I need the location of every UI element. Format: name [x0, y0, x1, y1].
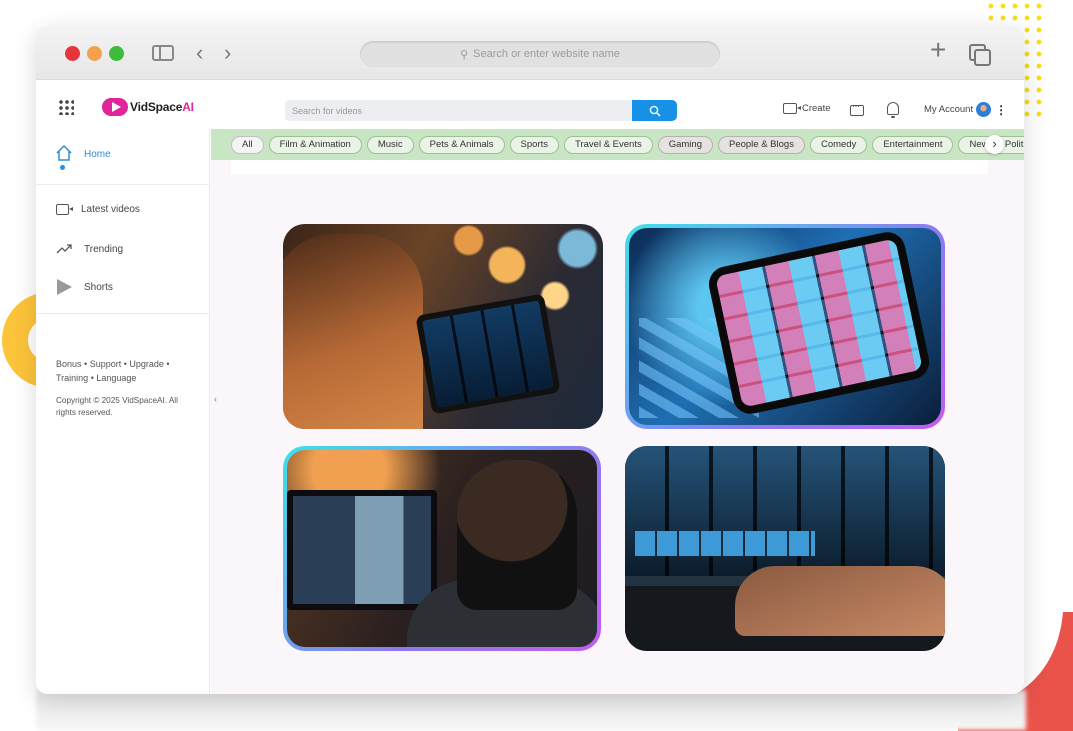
- footer-link-training[interactable]: Training: [56, 373, 88, 383]
- sidebar-collapse-icon[interactable]: ‹: [214, 394, 217, 404]
- video-grid: [211, 160, 1024, 694]
- logo[interactable]: VidSpaceAI: [102, 98, 194, 116]
- sidebar-item-label: Latest videos: [81, 204, 140, 215]
- maximize-window-button[interactable]: [109, 46, 124, 61]
- category-chip[interactable]: Travel & Events: [564, 135, 653, 154]
- footer-link-upgrade[interactable]: Upgrade: [129, 359, 164, 369]
- window-reflection: [36, 690, 1026, 730]
- category-chip[interactable]: Comedy: [809, 135, 868, 154]
- divider: [36, 184, 210, 185]
- video-thumbnail[interactable]: [283, 224, 603, 429]
- active-indicator: [60, 165, 65, 170]
- avatar: [976, 102, 992, 117]
- logo-text: VidSpaceAI: [130, 100, 194, 114]
- messages-icon[interactable]: [850, 101, 864, 116]
- more-options-icon[interactable]: ⋮: [995, 104, 1007, 116]
- app-header: VidSpaceAI Create My Account ⋮: [36, 81, 1024, 129]
- create-button[interactable]: Create: [783, 103, 831, 114]
- category-chip[interactable]: Sports: [509, 135, 560, 154]
- sidebar-item-label: Home: [84, 148, 111, 160]
- sidebar-item-trending[interactable]: Trending: [56, 242, 123, 256]
- chevron-right-icon[interactable]: ›: [985, 135, 1004, 154]
- account-label: My Account: [924, 104, 974, 115]
- video-thumbnail[interactable]: [625, 224, 945, 429]
- category-chip[interactable]: Film & Animation: [268, 135, 362, 154]
- copyright: Copyright © 2025 VidSpaceAI. All rights …: [56, 396, 178, 417]
- notifications-bell-icon[interactable]: [887, 102, 899, 118]
- browser-toolbar: ‹ › ⚲ Search or enter website name +: [36, 26, 1024, 80]
- search-icon: [649, 105, 660, 116]
- category-bar: All Film & Animation Music Pets & Animal…: [211, 129, 1024, 160]
- category-chip[interactable]: Pets & Animals: [418, 135, 505, 154]
- sidebar-item-shorts[interactable]: Shorts: [56, 279, 113, 295]
- footer-link-bonus[interactable]: Bonus: [56, 359, 82, 369]
- category-chip-all[interactable]: All: [231, 135, 264, 154]
- category-chip[interactable]: Entertainment: [872, 135, 954, 154]
- create-label: Create: [802, 103, 831, 114]
- back-arrow-icon[interactable]: ‹: [196, 40, 203, 66]
- video-camera-icon: [783, 103, 801, 114]
- forward-arrow-icon[interactable]: ›: [224, 40, 231, 66]
- shorts-icon: [56, 279, 72, 295]
- sidebar-item-label: Trending: [84, 243, 124, 255]
- video-icon: [56, 204, 73, 215]
- video-thumbnail[interactable]: [283, 446, 601, 651]
- search-bar: [285, 100, 677, 121]
- trending-icon: [56, 242, 72, 256]
- sidebar-item-label: Shorts: [84, 281, 113, 293]
- category-chip[interactable]: Gaming: [657, 135, 713, 154]
- sidebar-item-latest-videos[interactable]: Latest videos: [56, 204, 140, 215]
- play-logo-icon: [102, 98, 128, 116]
- category-chip[interactable]: Music: [366, 135, 414, 154]
- sidebar-item-home[interactable]: Home: [56, 144, 111, 161]
- search-input[interactable]: [285, 100, 632, 121]
- category-chip[interactable]: People & Blogs: [717, 135, 805, 154]
- search-button[interactable]: [632, 100, 677, 121]
- footer-link-language[interactable]: Language: [96, 373, 136, 383]
- footer-link-support[interactable]: Support: [90, 359, 122, 369]
- apps-grid-icon[interactable]: [58, 99, 74, 115]
- new-tab-icon[interactable]: +: [930, 36, 946, 64]
- tab-overview-icon[interactable]: [969, 44, 991, 66]
- search-icon: ⚲: [460, 48, 469, 61]
- video-thumbnail[interactable]: [625, 446, 945, 651]
- sidebar-toggle-icon[interactable]: [152, 45, 174, 61]
- address-bar[interactable]: ⚲ Search or enter website name: [360, 41, 720, 67]
- account-menu[interactable]: My Account ⋮: [924, 102, 1007, 117]
- divider: [36, 313, 210, 314]
- footer-links: Bonus • Support • Upgrade • Training • L…: [56, 359, 170, 383]
- content-header-strip: [231, 160, 988, 174]
- browser-window: ‹ › ⚲ Search or enter website name + Vid…: [36, 26, 1024, 694]
- home-icon: [56, 144, 72, 161]
- sidebar: Home Latest videos Trending Shorts Bonus…: [36, 129, 210, 694]
- close-window-button[interactable]: [65, 46, 80, 61]
- address-bar-placeholder: Search or enter website name: [473, 48, 620, 60]
- minimize-window-button[interactable]: [87, 46, 102, 61]
